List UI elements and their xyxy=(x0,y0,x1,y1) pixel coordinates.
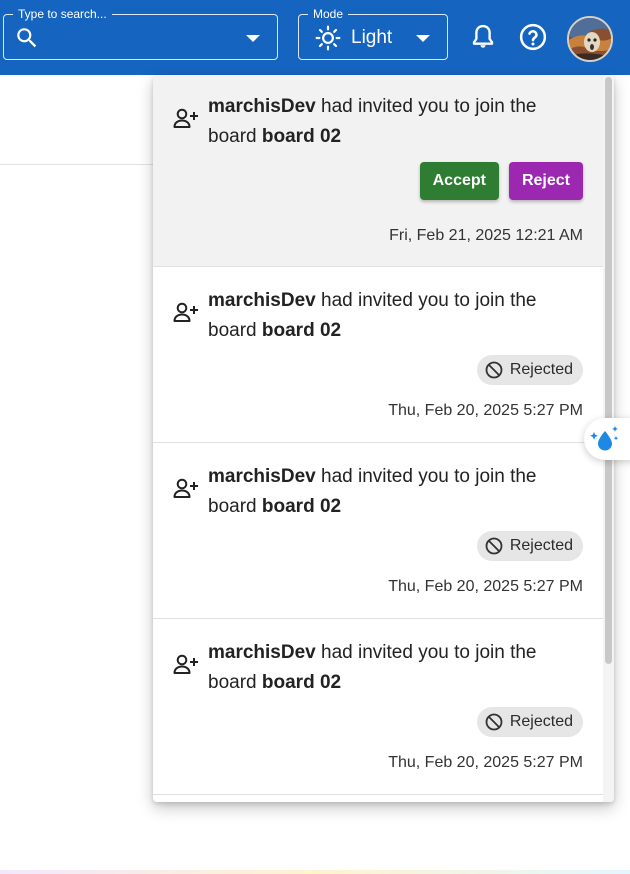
notification-text: marchisDev had invited you to join the b… xyxy=(208,286,588,346)
board-name: board 02 xyxy=(261,320,342,341)
notification-timestamp: Thu, Feb 20, 2025 5:27 PM xyxy=(388,578,583,595)
status-label: Rejected xyxy=(509,537,573,554)
scrollbar-thumb[interactable] xyxy=(605,77,612,664)
accept-button[interactable]: Accept xyxy=(419,162,499,200)
person-add-icon xyxy=(173,654,198,674)
sparkle-drop-icon xyxy=(590,426,619,451)
search-field[interactable]: Type to search... xyxy=(3,7,278,60)
avatar-image xyxy=(569,18,611,60)
notification-text: marchisDev had invited you to join the b… xyxy=(208,462,588,522)
notification-item[interactable]: marchisDev had invited you to join the b… xyxy=(153,619,603,795)
inviter-name: marchisDev xyxy=(208,642,316,663)
search-icon xyxy=(17,28,37,48)
notification-item[interactable]: marchisDev had invited you to join the b… xyxy=(153,443,603,619)
block-icon xyxy=(485,361,503,379)
notifications-list: marchisDev had invited you to join the b… xyxy=(153,75,603,802)
reject-button[interactable]: Reject xyxy=(508,162,583,200)
search-label: Type to search... xyxy=(13,7,112,21)
status-badge: Rejected xyxy=(476,355,583,385)
mode-select[interactable]: Mode Light xyxy=(298,7,448,60)
theme-widget-button[interactable] xyxy=(584,418,630,460)
notification-text: marchisDev had invited you to join the b… xyxy=(208,638,588,698)
mode-value: Light xyxy=(351,27,393,48)
status-label: Rejected xyxy=(509,361,573,378)
person-add-icon xyxy=(173,478,198,498)
bell-icon[interactable] xyxy=(468,22,498,52)
block-icon xyxy=(485,713,503,731)
board-name: board 02 xyxy=(261,496,342,517)
status-label: Rejected xyxy=(509,713,573,730)
inviter-name: marchisDev xyxy=(208,96,316,117)
notification-text: marchisDev had invited you to join the b… xyxy=(208,92,588,152)
help-icon[interactable] xyxy=(518,22,548,52)
person-add-icon xyxy=(173,108,198,128)
notification-timestamp: Thu, Feb 20, 2025 5:27 PM xyxy=(388,754,583,771)
notification-item[interactable]: marchisDev had invited you to join the b… xyxy=(153,75,603,267)
app-bar: Type to search... Mode Light xyxy=(0,0,630,75)
board-name: board 02 xyxy=(261,672,342,693)
status-badge: Rejected xyxy=(476,531,583,561)
notification-timestamp: Fri, Feb 21, 2025 12:21 AM xyxy=(389,227,583,244)
sun-icon xyxy=(315,25,341,51)
mode-label: Mode xyxy=(308,7,349,21)
avatar[interactable] xyxy=(567,16,613,62)
notifications-panel: marchisDev had invited you to join the b… xyxy=(153,75,614,802)
search-dropdown-icon[interactable] xyxy=(246,35,260,42)
invitation-actions: Accept Reject xyxy=(419,162,583,200)
person-add-icon xyxy=(173,302,198,322)
status-badge: Rejected xyxy=(476,707,583,737)
bottom-gradient-strip xyxy=(0,870,630,874)
mode-dropdown-icon xyxy=(416,35,430,42)
content-divider xyxy=(0,164,153,165)
inviter-name: marchisDev xyxy=(208,466,316,487)
board-name: board 02 xyxy=(261,126,342,147)
notification-timestamp: Thu, Feb 20, 2025 5:27 PM xyxy=(388,402,583,419)
block-icon xyxy=(485,537,503,555)
inviter-name: marchisDev xyxy=(208,290,316,311)
notification-item[interactable]: marchisDev had invited you to join the b… xyxy=(153,267,603,443)
